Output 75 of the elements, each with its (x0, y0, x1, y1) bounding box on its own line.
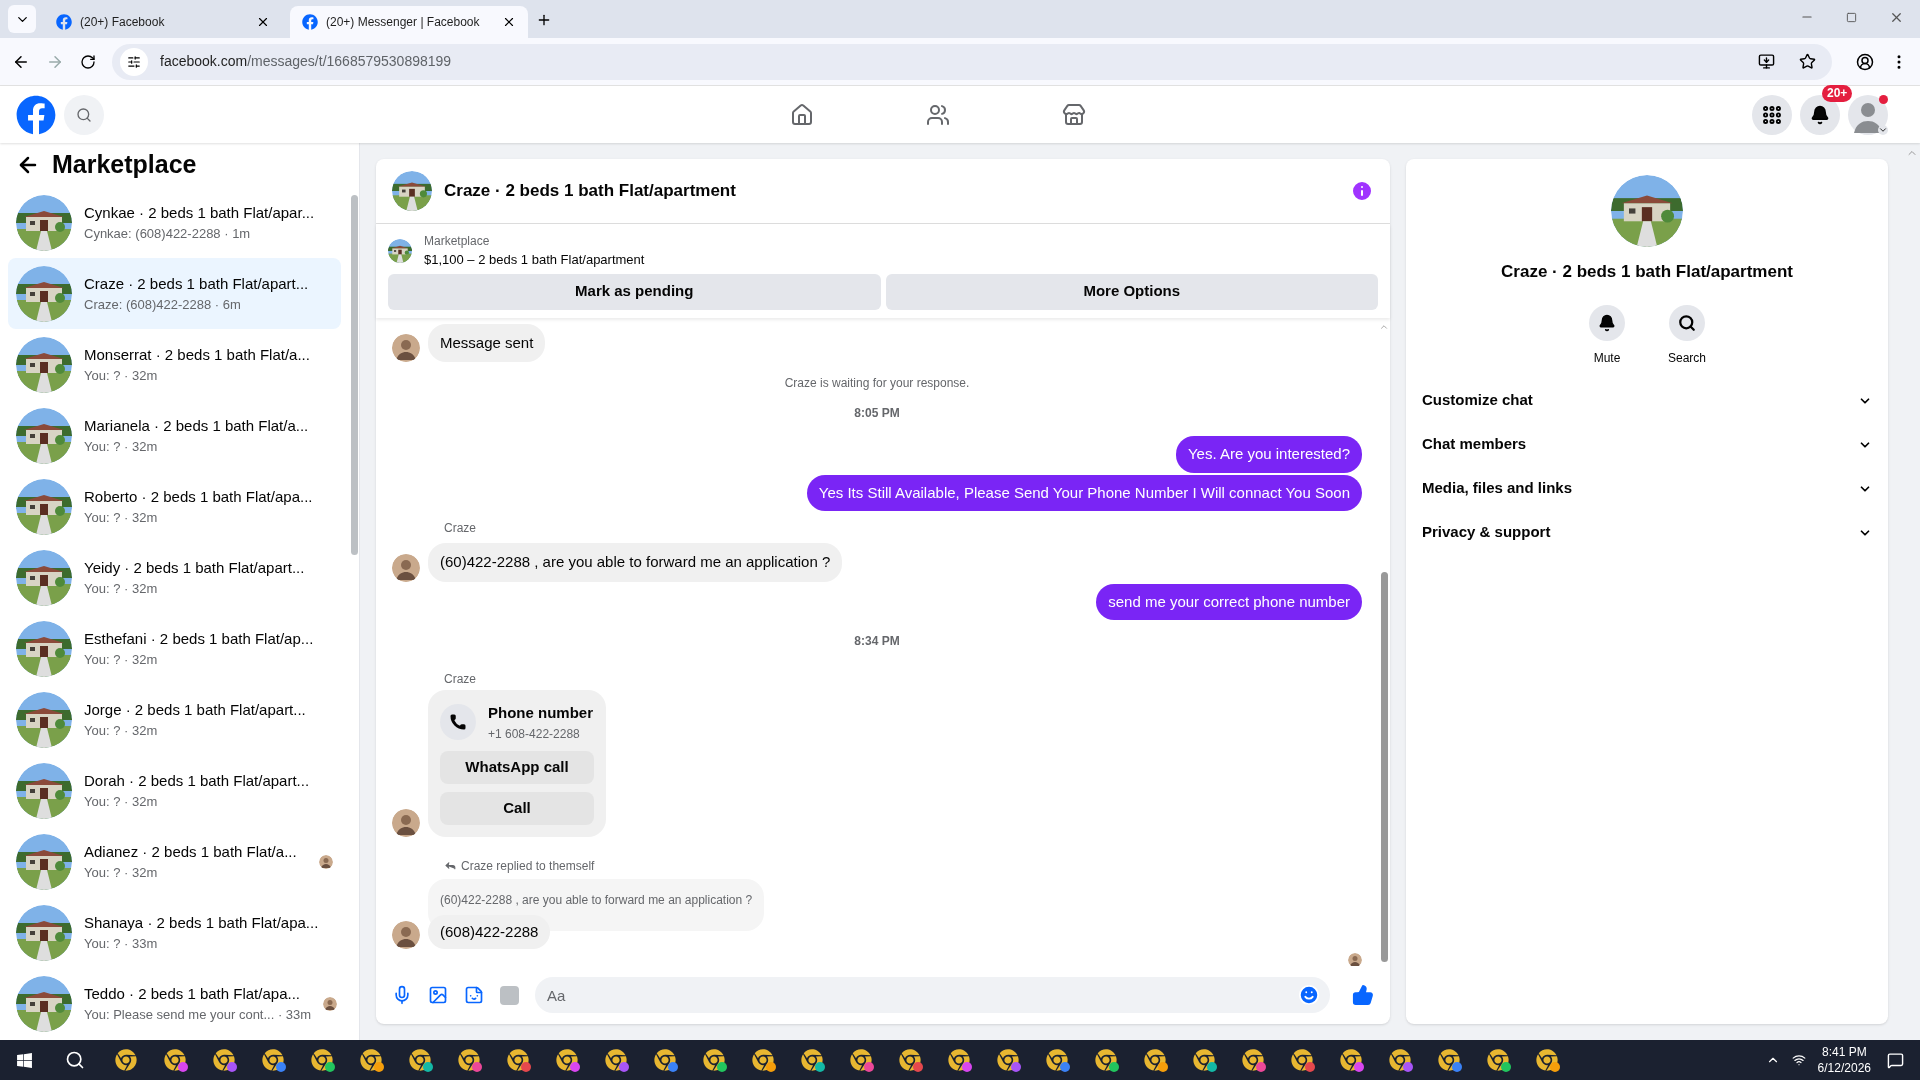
conversation-snippet: You: Please send me your cont... · 33m (84, 1006, 312, 1024)
conversation-title: Adianez · 2 beds 1 bath Flat/a... (84, 841, 298, 862)
url-text: facebook.com/messages/t/1668579530898199 (160, 52, 453, 71)
conversation-title: Shanaya · 2 beds 1 bath Flat/apa... (84, 912, 320, 933)
conversation-snippet: You: ? · 32m (84, 722, 159, 740)
conversation-title: Esthefani · 2 beds 1 bath Flat/ap... (84, 628, 315, 649)
conversation-item[interactable]: Yeidy · 2 beds 1 bath Flat/apart... You: ? · 32m (8, 542, 341, 613)
conversation-item[interactable]: Marianela · 2 beds 1 bath Flat/a... You: ? · 32m (8, 400, 341, 471)
accordion-row[interactable]: Media, files and links (1422, 466, 1872, 511)
tab-title: (20+) Messenger | Facebook (326, 14, 481, 31)
conversation-item[interactable]: Adianez · 2 beds 1 bath Flat/a... You: ? · 32m (8, 826, 341, 897)
action-button[interactable]: Mute (1583, 304, 1631, 367)
message-bubble: send me your correct phone number (1096, 583, 1362, 620)
conversation-item[interactable]: Craze · 2 beds 1 bath Flat/apart... Craze: (608)422-2288 · 6m (8, 258, 341, 329)
listing-label: Marketplace (424, 233, 491, 250)
conversation-snippet: You: ? · 32m (84, 864, 159, 882)
message-bubble: (608)422-2288 (428, 914, 551, 949)
conversation-title: Monserrat · 2 beds 1 bath Flat/a... (84, 344, 311, 365)
reply-label: Craze replied to themself (461, 857, 595, 875)
call-button[interactable]: WhatsApp call (440, 750, 594, 784)
clock-date: 6/12/2026 (1817, 1060, 1871, 1076)
address-bar[interactable]: facebook.com/messages/t/1668579530898199 (112, 43, 1832, 80)
conversation-title: Cynkae · 2 beds 1 bath Flat/apar... (84, 202, 316, 223)
browser-tab[interactable]: (20+) Messenger | Facebook (290, 6, 528, 38)
conversation-item[interactable]: Shanaya · 2 beds 1 bath Flat/apa... You: ? · 33m (8, 897, 341, 968)
conversation-title: Jorge · 2 beds 1 bath Flat/apart... (84, 699, 307, 720)
message-bubble: (60)422-2288 , are you able to forward me an application ? (428, 543, 843, 582)
phone-number: +1 608-422-2288 (488, 725, 581, 743)
message-bubble: Message sent (428, 323, 546, 362)
action-button[interactable]: Search (1663, 304, 1711, 367)
timestamp: 8:05 PM (854, 405, 900, 422)
clock-time: 8:41 PM (1821, 1044, 1867, 1060)
conversation-snippet: You: ? · 33m (84, 935, 159, 953)
listing-button[interactable]: Mark as pending (388, 273, 881, 310)
conversation-snippet: You: ? · 32m (84, 651, 159, 669)
conversation-snippet: Craze: (608)422-2288 · 6m (84, 296, 242, 314)
quoted-message: (60)422-2288 , are you able to forward me an application ? (440, 892, 753, 907)
call-button[interactable]: Call (440, 791, 594, 825)
conversation-title: Yeidy · 2 beds 1 bath Flat/apart... (84, 557, 306, 578)
sender-name: Craze (444, 671, 477, 688)
conversation-snippet: You: ? · 32m (84, 793, 159, 811)
timestamp: 8:34 PM (854, 633, 900, 650)
conversation-item[interactable]: Cynkae · 2 beds 1 bath Flat/apar... Cynkae: (608)422-2288 · 1m (8, 187, 341, 258)
tab-title: (20+) Facebook (80, 14, 166, 31)
chat-title: Craze · 2 beds 1 bath Flat/apartment (444, 180, 737, 203)
conversation-title: Teddo · 2 beds 1 bath Flat/apa... (84, 983, 301, 1004)
conversation-snippet: You: ? · 32m (84, 438, 159, 456)
listing-button[interactable]: More Options (885, 273, 1378, 310)
sidebar-title: Marketplace (52, 149, 197, 181)
browser-tab[interactable]: (20+) Facebook (44, 6, 282, 38)
contact-title: Phone number (488, 703, 593, 723)
conversation-title: Dorah · 2 beds 1 bath Flat/apart... (84, 770, 311, 791)
status-notice: Craze is waiting for your response. (784, 375, 970, 392)
conversation-title: Marianela · 2 beds 1 bath Flat/a... (84, 415, 310, 436)
conversation-item[interactable]: Dorah · 2 beds 1 bath Flat/apart... You: ? · 32m (8, 755, 341, 826)
conversation-item[interactable]: Roberto · 2 beds 1 bath Flat/apa... You: ? · 32m (8, 471, 341, 542)
conversation-snippet: You: ? · 32m (84, 580, 159, 598)
message-input[interactable]: Aa (535, 977, 1330, 1013)
message-bubble: Yes. Are you interested? (1175, 436, 1362, 473)
conversation-title: Craze · 2 beds 1 bath Flat/apart... (84, 273, 310, 294)
conversation-item[interactable]: Esthefani · 2 beds 1 bath Flat/ap... You: ? · 32m (8, 613, 341, 684)
accordion-row[interactable]: Chat members (1422, 422, 1872, 467)
message-bubble: Yes Its Still Available, Please Send Your Phone Number I Will connact You Soon (806, 474, 1362, 511)
details-title: Craze · 2 beds 1 bath Flat/apartment (1501, 261, 1793, 283)
conversation-title: Roberto · 2 beds 1 bath Flat/apa... (84, 486, 314, 507)
conversation-snippet: Cynkae: (608)422-2288 · 1m (84, 225, 252, 243)
accordion-row[interactable]: Customize chat (1422, 378, 1872, 423)
conversation-snippet: You: ? · 32m (84, 509, 159, 527)
sender-name: Craze (444, 520, 477, 537)
conversation-item[interactable]: Jorge · 2 beds 1 bath Flat/apart... You: ? · 32m (8, 684, 341, 755)
conversation-item[interactable]: Monserrat · 2 beds 1 bath Flat/a... You: ? · 32m (8, 329, 341, 400)
conversation-item[interactable]: Teddo · 2 beds 1 bath Flat/apa... You: Please send me your cont... · 33m (8, 968, 341, 1039)
conversation-snippet: You: ? · 32m (84, 367, 159, 385)
listing-title: $1,100 – 2 beds 1 bath Flat/apartment (424, 251, 645, 269)
accordion-row[interactable]: Privacy & support (1422, 510, 1872, 555)
